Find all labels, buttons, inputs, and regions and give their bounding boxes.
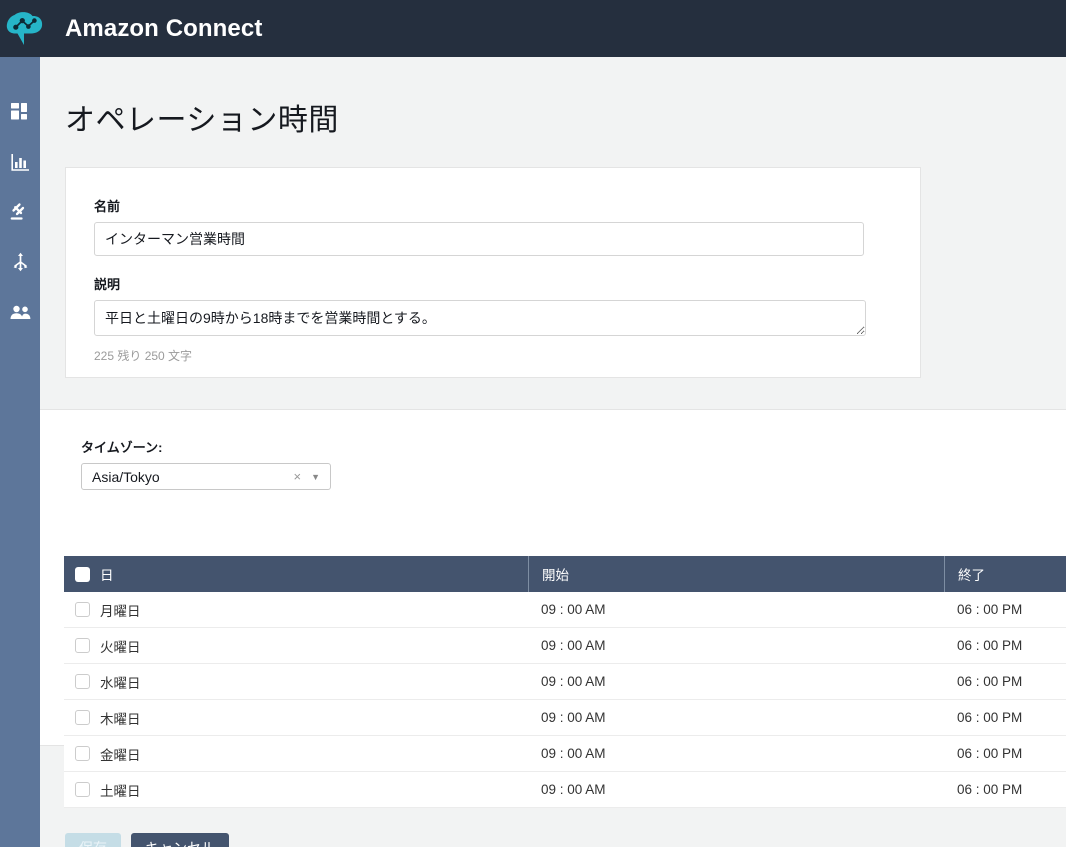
- start-time-value: 09 : 00 AM: [541, 674, 606, 689]
- name-label: 名前: [94, 199, 121, 214]
- description-label: 説明: [94, 277, 121, 292]
- table-body: 月曜日 09 : 00 AM 06 : 00 PM 火曜日 09 : 00 AM 06 :…: [64, 592, 1066, 808]
- table-cell-start[interactable]: 09 : 00 AM: [528, 782, 944, 797]
- start-time-value: 09 : 00 AM: [541, 638, 606, 653]
- timezone-selected-value: Asia/Tokyo: [92, 468, 160, 485]
- dashboard-grid-icon: [10, 102, 30, 122]
- row-checkbox[interactable]: [75, 638, 90, 653]
- table-cell-end[interactable]: 06 : 00 PM: [944, 782, 1066, 797]
- table-cell-end[interactable]: 06 : 00 PM: [944, 710, 1066, 725]
- end-time-value: 06 : 00 PM: [957, 782, 1023, 797]
- row-checkbox[interactable]: [75, 746, 90, 761]
- table-row[interactable]: 金曜日 09 : 00 AM 06 : 00 PM: [64, 736, 1066, 772]
- end-time-value: 06 : 00 PM: [957, 638, 1023, 653]
- table-cell-day: 土曜日: [64, 780, 528, 800]
- table-header-end: 終了: [944, 556, 1066, 592]
- amazon-connect-hours-of-operation-page: Amazon Connect オペレーション時間 名前 インターマン営業時間 説…: [0, 0, 1066, 847]
- flow-branch-icon: [11, 252, 30, 272]
- table-cell-end[interactable]: 06 : 00 PM: [944, 674, 1066, 689]
- start-time-value: 09 : 00 AM: [541, 782, 606, 797]
- table-row[interactable]: 木曜日 09 : 00 AM 06 : 00 PM: [64, 700, 1066, 736]
- main-content-area: オペレーション時間 名前 説明 225 残り 250 文字 タイムゾーン: As…: [40, 57, 1066, 847]
- bar-chart-icon: [10, 153, 30, 172]
- start-time-value: 09 : 00 AM: [541, 746, 606, 761]
- table-cell-start[interactable]: 09 : 00 AM: [528, 638, 944, 653]
- chevron-down-icon[interactable]: ▼: [311, 472, 330, 482]
- day-label: 金曜日: [100, 747, 141, 763]
- table-cell-end[interactable]: 06 : 00 PM: [944, 602, 1066, 617]
- details-card: 名前 説明 225 残り 250 文字: [65, 167, 921, 378]
- timezone-label: タイムゾーン:: [81, 440, 163, 455]
- name-field-group: 名前: [66, 168, 920, 256]
- day-label: 木曜日: [100, 711, 141, 727]
- table-cell-day: 月曜日: [64, 600, 528, 620]
- start-time-value: 09 : 00 AM: [541, 602, 606, 617]
- timezone-field-group: タイムゾーン: Asia/Tokyo × ▼: [40, 410, 1066, 490]
- table-header-start-label: 開始: [542, 568, 569, 583]
- table-cell-end[interactable]: 06 : 00 PM: [944, 638, 1066, 653]
- app-title: Amazon Connect: [65, 14, 263, 42]
- start-time-value: 09 : 00 AM: [541, 710, 606, 725]
- day-label: 月曜日: [100, 603, 141, 619]
- day-label: 水曜日: [100, 675, 141, 691]
- table-header-day-label: 日: [100, 568, 114, 583]
- table-cell-end[interactable]: 06 : 00 PM: [944, 746, 1066, 761]
- table-cell-start[interactable]: 09 : 00 AM: [528, 674, 944, 689]
- table-header-day: 日: [64, 556, 528, 592]
- page-title: オペレーション時間: [65, 104, 339, 137]
- action-button-row: 保存 キャンセル: [65, 833, 229, 847]
- hours-table: 日 開始 終了 月曜日 09 : 00 AM 06 : 00 PM 火曜日 09 : 0…: [64, 556, 1066, 808]
- gavel-icon: [10, 202, 30, 222]
- day-label: 土曜日: [100, 783, 141, 799]
- sidebar-item-routing[interactable]: [0, 187, 40, 237]
- sidebar-item-dashboard[interactable]: [0, 87, 40, 137]
- day-label: 火曜日: [100, 639, 141, 655]
- top-header-bar: Amazon Connect: [0, 0, 1066, 57]
- table-row[interactable]: 土曜日 09 : 00 AM 06 : 00 PM: [64, 772, 1066, 808]
- timezone-select[interactable]: Asia/Tokyo × ▼: [81, 463, 331, 490]
- sidebar-item-metrics[interactable]: [0, 137, 40, 187]
- table-row[interactable]: 月曜日 09 : 00 AM 06 : 00 PM: [64, 592, 1066, 628]
- table-row[interactable]: 水曜日 09 : 00 AM 06 : 00 PM: [64, 664, 1066, 700]
- row-checkbox[interactable]: [75, 782, 90, 797]
- sidebar-item-contact-flows[interactable]: [0, 237, 40, 287]
- table-header-row: 日 開始 終了: [64, 556, 1066, 592]
- row-checkbox[interactable]: [75, 710, 90, 725]
- description-textarea[interactable]: [94, 300, 866, 336]
- end-time-value: 06 : 00 PM: [957, 710, 1023, 725]
- table-cell-start[interactable]: 09 : 00 AM: [528, 746, 944, 761]
- end-time-value: 06 : 00 PM: [957, 746, 1023, 761]
- table-header-start: 開始: [528, 556, 944, 592]
- end-time-value: 06 : 00 PM: [957, 674, 1023, 689]
- row-checkbox[interactable]: [75, 602, 90, 617]
- table-cell-start[interactable]: 09 : 00 AM: [528, 602, 944, 617]
- row-checkbox[interactable]: [75, 674, 90, 689]
- table-row[interactable]: 火曜日 09 : 00 AM 06 : 00 PM: [64, 628, 1066, 664]
- close-icon[interactable]: ×: [293, 469, 311, 484]
- name-input[interactable]: [94, 222, 864, 256]
- table-cell-start[interactable]: 09 : 00 AM: [528, 710, 944, 725]
- sidebar-item-users[interactable]: [0, 287, 40, 337]
- users-icon: [10, 305, 31, 320]
- cancel-button[interactable]: キャンセル: [131, 833, 229, 847]
- select-all-checkbox[interactable]: [75, 566, 90, 582]
- table-header-end-label: 終了: [958, 568, 985, 583]
- description-field-group: 説明 225 残り 250 文字: [66, 256, 920, 364]
- connect-cloud-icon[interactable]: [0, 0, 50, 57]
- left-sidebar-nav: [0, 57, 40, 847]
- table-cell-day: 火曜日: [64, 636, 528, 656]
- end-time-value: 06 : 00 PM: [957, 602, 1023, 617]
- table-cell-day: 木曜日: [64, 708, 528, 728]
- character-counter: 225 残り 250 文字: [94, 349, 193, 363]
- table-cell-day: 金曜日: [64, 744, 528, 764]
- table-cell-day: 水曜日: [64, 672, 528, 692]
- save-button[interactable]: 保存: [65, 833, 121, 847]
